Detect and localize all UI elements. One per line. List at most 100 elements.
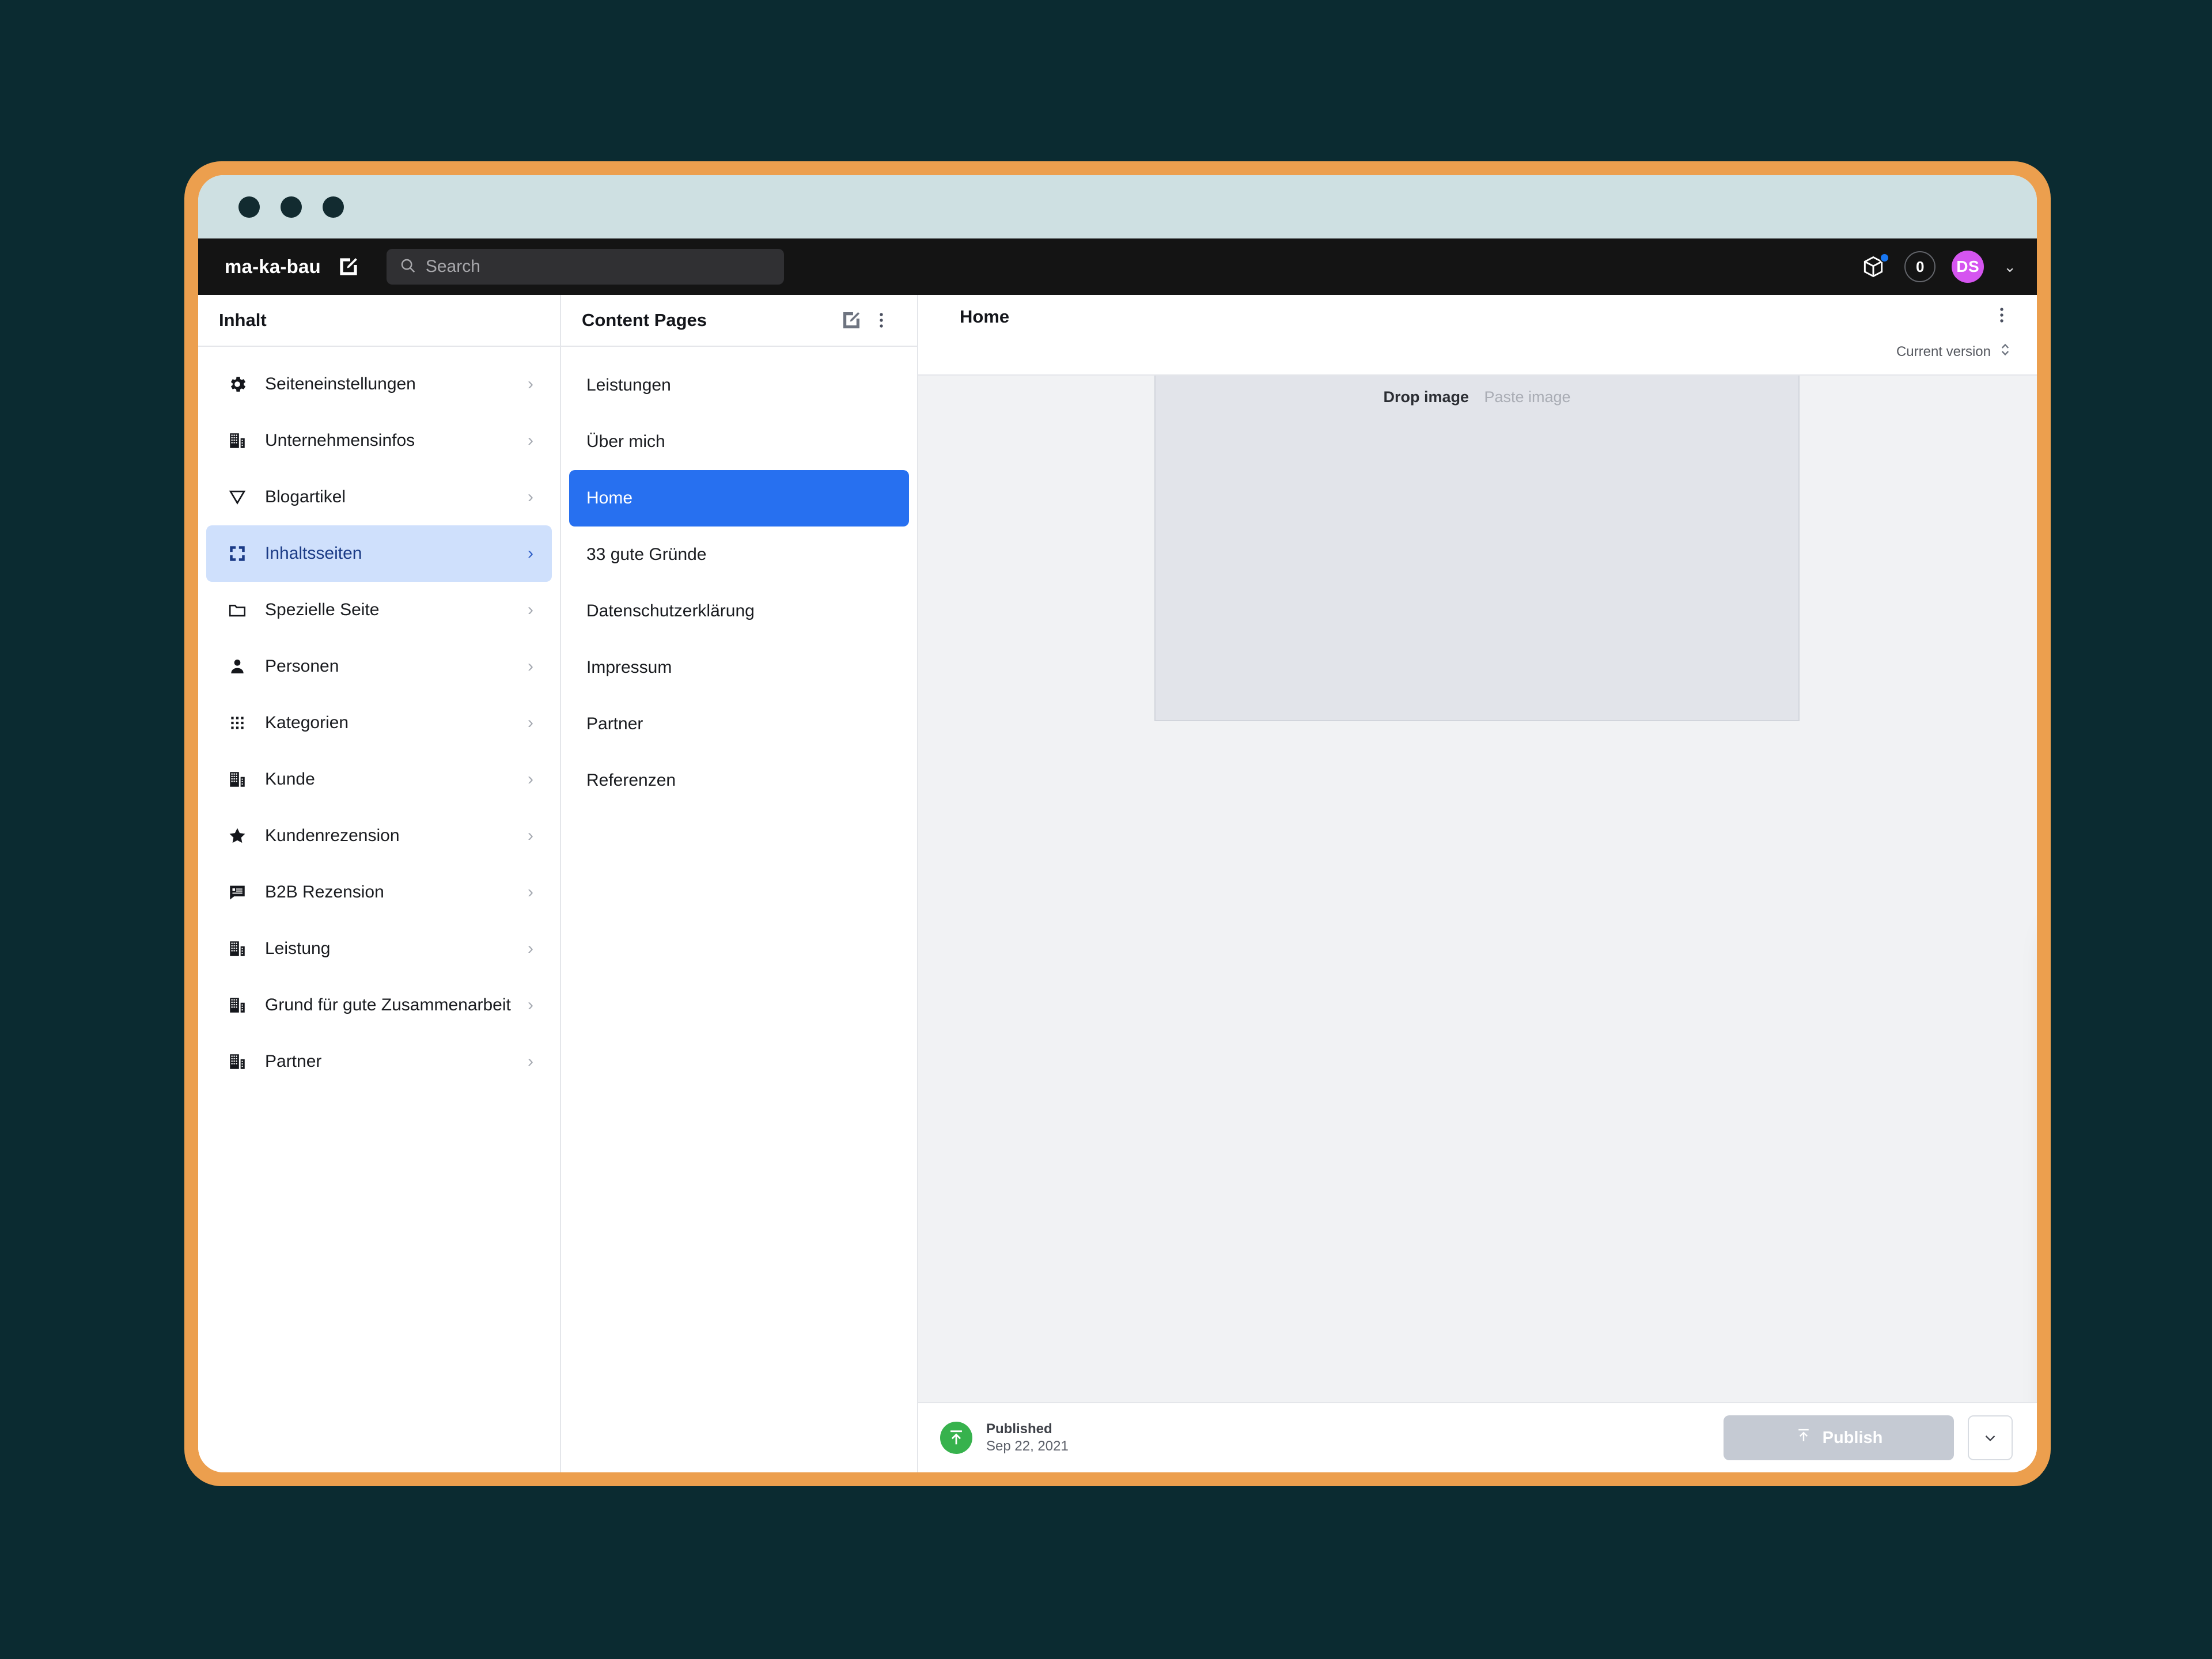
building-icon bbox=[226, 431, 249, 450]
chevron-right-icon: › bbox=[528, 600, 533, 619]
page-item-datenschutzerkl-rung[interactable]: Datenschutzerklärung bbox=[569, 583, 909, 639]
chevron-right-icon: › bbox=[528, 487, 533, 506]
page-title: Home bbox=[960, 306, 1010, 327]
sidebar-item-partner[interactable]: Partner › bbox=[206, 1033, 552, 1090]
sidebar-item-leistung[interactable]: Leistung › bbox=[206, 921, 552, 977]
sidebar-item-label: Kategorien bbox=[265, 713, 349, 732]
sidebar-item-label: Blogartikel bbox=[265, 487, 346, 506]
sidebar-item-label: Grund für gute Zusammenarbeit bbox=[265, 995, 511, 1014]
publish-button[interactable]: Publish bbox=[1724, 1415, 1954, 1460]
chevron-right-icon: › bbox=[528, 770, 533, 789]
credits-badge[interactable]: 0 bbox=[1904, 251, 1936, 282]
sidebar-item-label: Leistung bbox=[265, 939, 331, 958]
page-item-partner[interactable]: Partner bbox=[569, 696, 909, 752]
content-pages-list: Leistungen Über mich Home 33 gute Gründe Dat… bbox=[561, 347, 917, 809]
building-icon bbox=[226, 1052, 249, 1071]
sidebar-item-kundenrezension[interactable]: Kundenrezension › bbox=[206, 808, 552, 864]
building-icon bbox=[226, 770, 249, 789]
edit-square-icon[interactable] bbox=[337, 255, 360, 278]
content-pages-header: Content Pages bbox=[561, 295, 917, 347]
window-minimize-dot[interactable] bbox=[281, 196, 302, 218]
editor-canvas: Drop image Paste image Edit Referenzen H… bbox=[918, 376, 2037, 1402]
publish-arrow-icon bbox=[940, 1422, 972, 1454]
chevron-right-icon: › bbox=[528, 374, 533, 393]
page-preview-dropzone[interactable]: Drop image Paste image bbox=[1154, 376, 1800, 721]
browser-window: ma-ka-bau Search 0 DS ⌄ Inhalt Seitenein… bbox=[198, 175, 2037, 1472]
sidebar-item-personen[interactable]: Personen › bbox=[206, 638, 552, 695]
publish-options-button[interactable] bbox=[1968, 1415, 2013, 1460]
sidebar-item-label: Unternehmensinfos bbox=[265, 431, 415, 450]
building-icon bbox=[226, 939, 249, 959]
drop-image-label: Drop image bbox=[1383, 388, 1469, 406]
publish-button-label: Publish bbox=[1822, 1428, 1883, 1447]
editor-column: Home Current version Drop image Paste im… bbox=[918, 295, 2037, 1472]
editor-header: Home Current version bbox=[918, 295, 2037, 376]
sidebar-item-b2b-rezension[interactable]: B2B Rezension › bbox=[206, 864, 552, 921]
building-icon bbox=[226, 995, 249, 1015]
page-item-leistungen[interactable]: Leistungen bbox=[569, 357, 909, 414]
publish-status-text: Published Sep 22, 2021 bbox=[986, 1421, 1069, 1455]
publish-arrow-icon bbox=[1795, 1427, 1812, 1449]
chevron-right-icon: › bbox=[528, 995, 533, 1014]
version-selector[interactable]: Current version bbox=[1896, 341, 2012, 362]
chevron-down-icon[interactable]: ⌄ bbox=[2003, 258, 2016, 276]
publish-status: Published bbox=[986, 1421, 1052, 1437]
chevron-right-icon: › bbox=[528, 431, 533, 450]
sidebar-item-label: Kundenrezension bbox=[265, 826, 400, 845]
sidebar-item-blogartikel[interactable]: Blogartikel › bbox=[206, 469, 552, 525]
page-item-home[interactable]: Home bbox=[569, 470, 909, 527]
chevron-right-icon: › bbox=[528, 826, 533, 845]
content-pages-title: Content Pages bbox=[582, 310, 707, 330]
drop-image-row: Drop image Paste image bbox=[1156, 376, 1798, 406]
sidebar-item-label: Kunde bbox=[265, 770, 315, 789]
brand-name[interactable]: ma-ka-bau bbox=[225, 256, 321, 278]
avatar[interactable]: DS bbox=[1952, 251, 1984, 283]
window-close-dot[interactable] bbox=[238, 196, 260, 218]
sidebar-item-spezielle-seite[interactable]: Spezielle Seite › bbox=[206, 582, 552, 638]
sidebar-item-label: Seiteneinstellungen bbox=[265, 374, 416, 393]
more-vertical-icon[interactable] bbox=[1992, 305, 2012, 328]
sidebar-item-kunde[interactable]: Kunde › bbox=[206, 751, 552, 808]
browser-titlebar bbox=[198, 175, 2037, 238]
chevron-right-icon: › bbox=[528, 882, 533, 902]
sidebar-item-label: B2B Rezension bbox=[265, 882, 384, 902]
funnel-icon bbox=[226, 487, 249, 507]
page-item-referenzen[interactable]: Referenzen bbox=[569, 752, 909, 809]
chevron-updown-icon bbox=[1999, 341, 2012, 362]
page-item-impressum[interactable]: Impressum bbox=[569, 639, 909, 696]
publish-date: Sep 22, 2021 bbox=[986, 1438, 1069, 1454]
sidebar-item-label: Personen bbox=[265, 657, 339, 676]
sidebar-item-grund-f-r-gute-zusammenarbeit[interactable]: Grund für gute Zusammenarbeit › bbox=[206, 977, 552, 1033]
fullscreen-icon bbox=[226, 544, 249, 563]
window-maximize-dot[interactable] bbox=[323, 196, 344, 218]
search-input[interactable]: Search bbox=[386, 249, 784, 285]
sidebar-item-seiteneinstellungen[interactable]: Seiteneinstellungen › bbox=[206, 356, 552, 412]
sidebar-item-label: Partner bbox=[265, 1052, 322, 1071]
sidebar-item-inhaltsseiten[interactable]: Inhaltsseiten › bbox=[206, 525, 552, 582]
sidebar-nav-list: Seiteneinstellungen › Unternehmensinfos › Bl… bbox=[198, 347, 560, 1090]
version-label: Current version bbox=[1896, 343, 1991, 359]
sidebar-title: Inhalt bbox=[198, 295, 560, 347]
page-item-ber-mich[interactable]: Über mich bbox=[569, 414, 909, 470]
chevron-right-icon: › bbox=[528, 1052, 533, 1071]
edit-square-icon[interactable] bbox=[836, 305, 866, 335]
device-frame: ma-ka-bau Search 0 DS ⌄ Inhalt Seitenein… bbox=[184, 161, 2051, 1486]
paste-image-label[interactable]: Paste image bbox=[1484, 388, 1570, 406]
search-placeholder: Search bbox=[425, 257, 480, 276]
more-vertical-icon[interactable] bbox=[866, 305, 896, 335]
chevron-right-icon: › bbox=[528, 939, 533, 958]
folder-icon bbox=[226, 600, 249, 620]
review-icon bbox=[226, 882, 249, 902]
star-icon bbox=[226, 826, 249, 846]
page-item-33-gute-gr-nde[interactable]: 33 gute Gründe bbox=[569, 527, 909, 583]
chevron-right-icon: › bbox=[528, 544, 533, 563]
sidebar-item-label: Spezielle Seite bbox=[265, 600, 380, 619]
sidebar-item-kategorien[interactable]: Kategorien › bbox=[206, 695, 552, 751]
search-icon bbox=[399, 257, 416, 277]
sidebar-item-unternehmensinfos[interactable]: Unternehmensinfos › bbox=[206, 412, 552, 469]
chevron-right-icon: › bbox=[528, 657, 533, 676]
package-icon[interactable] bbox=[1858, 252, 1890, 282]
app-top-bar: ma-ka-bau Search 0 DS ⌄ bbox=[198, 238, 2037, 295]
person-icon bbox=[226, 657, 249, 676]
grid-dots-icon bbox=[226, 714, 249, 732]
